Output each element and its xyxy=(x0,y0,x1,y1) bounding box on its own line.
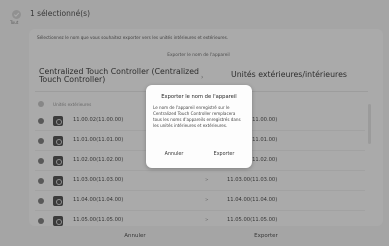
confirm-dialog: Exporter le nom de l'appareil Le nom de … xyxy=(146,85,252,168)
dialog-message: Le nom de l'appareil enregistré sur le C… xyxy=(153,105,241,128)
dialog-title: Exporter le nom de l'appareil xyxy=(161,94,237,100)
dialog-cancel-button[interactable]: Annuler xyxy=(154,152,194,157)
dialog-export-button[interactable]: Exporter xyxy=(204,152,244,157)
